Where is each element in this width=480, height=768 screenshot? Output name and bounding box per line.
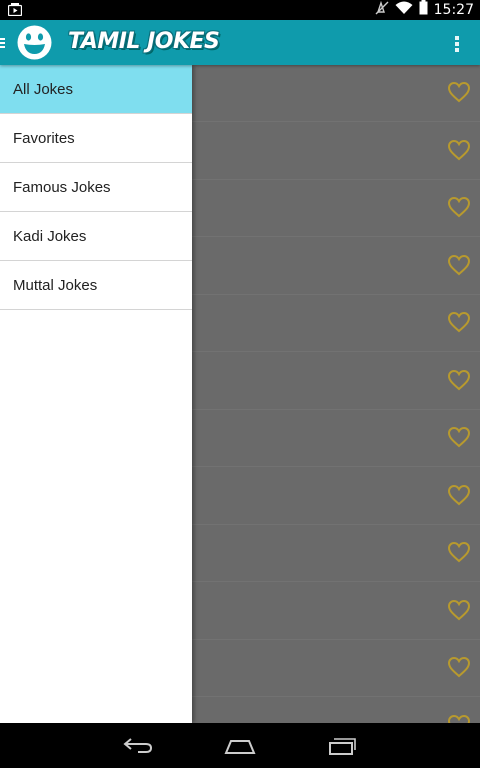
- wifi-icon: [395, 1, 413, 20]
- system-nav-bar: [0, 723, 480, 768]
- drawer-item-label: Famous Jokes: [13, 178, 111, 196]
- heart-outline-icon[interactable]: [447, 484, 471, 506]
- status-time: 15:27: [433, 2, 474, 18]
- heart-outline-icon[interactable]: [447, 714, 471, 723]
- hamburger-icon[interactable]: [0, 36, 6, 50]
- heart-outline-icon[interactable]: [447, 196, 471, 218]
- app-bar: TAMIL JOKES: [0, 20, 480, 65]
- heart-outline-icon[interactable]: [447, 81, 471, 103]
- battery-icon: [419, 0, 428, 20]
- home-icon[interactable]: [224, 734, 256, 761]
- heart-outline-icon[interactable]: [447, 599, 471, 621]
- drawer-item-favorites[interactable]: Favorites: [0, 114, 192, 163]
- recents-icon[interactable]: [328, 734, 358, 761]
- drawer-item-label: Favorites: [13, 129, 75, 147]
- status-icons: 15:27: [375, 0, 474, 20]
- drawer-item-muttal-jokes[interactable]: Muttal Jokes: [0, 261, 192, 310]
- heart-outline-icon[interactable]: [447, 656, 471, 678]
- heart-outline-icon[interactable]: [447, 541, 471, 563]
- more-vert-icon[interactable]: [454, 33, 460, 53]
- navigation-drawer: All Jokes Favorites Famous Jokes Kadi Jo…: [0, 65, 192, 723]
- smiley-icon[interactable]: [17, 25, 52, 60]
- drawer-item-label: All Jokes: [13, 80, 74, 98]
- drawer-item-label: Kadi Jokes: [13, 227, 87, 245]
- heart-outline-icon[interactable]: [447, 139, 471, 161]
- app-title: TAMIL JOKES: [68, 29, 220, 54]
- drawer-item-famous-jokes[interactable]: Famous Jokes: [0, 163, 192, 212]
- heart-outline-icon[interactable]: [447, 311, 471, 333]
- drawer-item-kadi-jokes[interactable]: Kadi Jokes: [0, 212, 192, 261]
- heart-outline-icon[interactable]: [447, 369, 471, 391]
- heart-outline-icon[interactable]: [447, 254, 471, 276]
- heart-outline-icon[interactable]: [447, 426, 471, 448]
- media-play-icon: [7, 3, 23, 21]
- drawer-item-label: Muttal Jokes: [13, 276, 98, 294]
- screen: 15:27 TAMIL JOKES All Jokes Favorites Fa…: [0, 0, 480, 768]
- back-icon[interactable]: [122, 734, 154, 761]
- drawer-item-all-jokes[interactable]: All Jokes: [0, 65, 192, 114]
- status-bar: 15:27: [0, 0, 480, 20]
- mute-icon: [375, 0, 389, 20]
